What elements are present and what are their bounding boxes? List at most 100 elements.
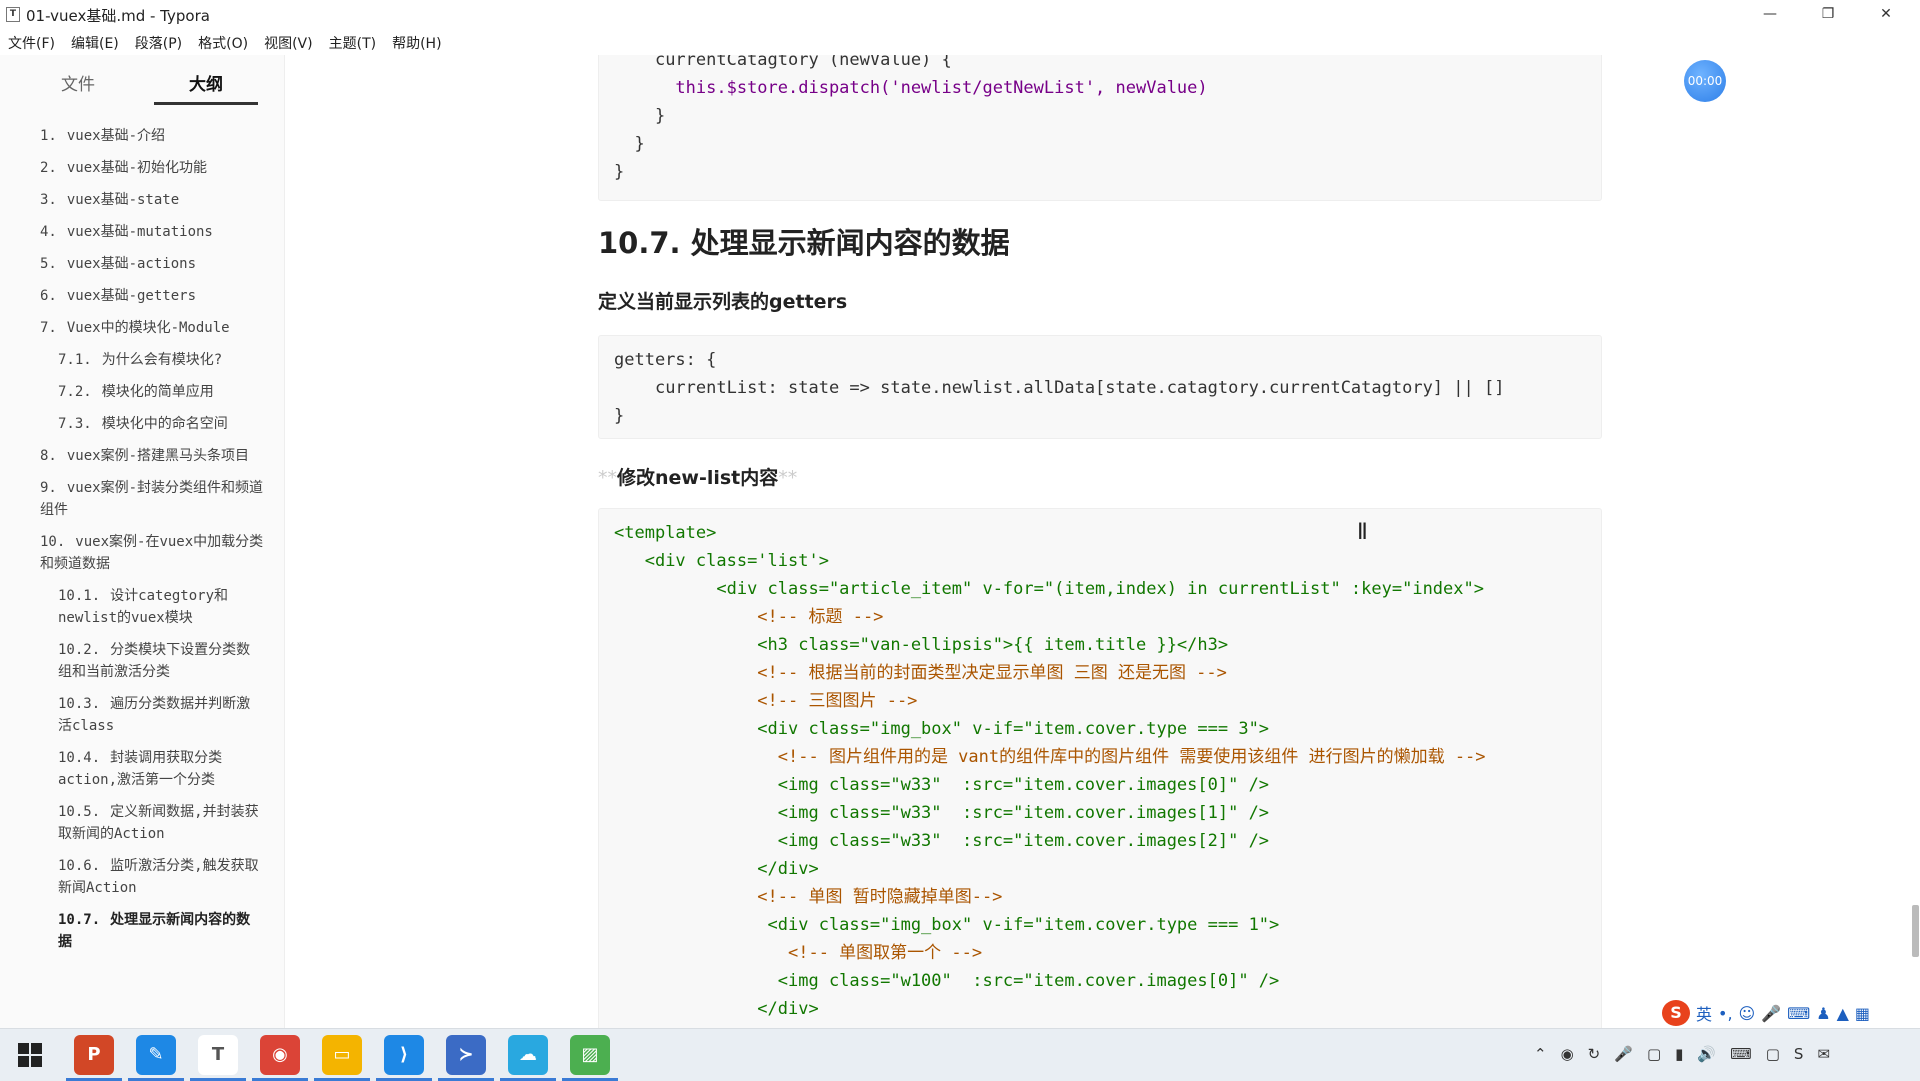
outline-item-active[interactable]: 10.7. 处理显示新闻内容的数据 [0,909,284,953]
menu-theme[interactable]: 主题(T) [321,29,384,55]
code-line: </div> [757,999,819,1019]
code-line: <div class="article_item" v-for="(item,i… [716,579,1484,599]
windows-start-icon[interactable] [18,1043,42,1067]
code-line: <h3 class="van-ellipsis">{{ item.title }… [757,635,1229,655]
code-line: </div> [757,859,819,879]
chevron-up-icon[interactable]: ⌃ [1534,1045,1547,1063]
window-title: 01-vuex基础.md - Typora [26,7,210,25]
touch-keyboard-icon[interactable]: ⌨ [1730,1045,1752,1063]
code-line: <!-- 单图 暂时隐藏掉单图--> [757,887,1003,907]
powerpoint-icon[interactable]: P [66,1035,122,1081]
battery-icon[interactable]: ▮ [1675,1045,1683,1063]
code-line: <!-- 标题 --> [757,607,884,627]
code-line: } [614,162,625,182]
code-block-getters[interactable]: getters: { currentList: state => state.n… [598,335,1602,439]
sync-icon[interactable]: ↻ [1588,1045,1601,1063]
ime-tray-icon[interactable]: ▢ [1766,1045,1780,1063]
code-line: <div class="img_box" v-if="item.cover.ty… [767,915,1280,935]
display-icon[interactable]: ▢ [1647,1045,1661,1063]
microphone-icon[interactable]: 🎤 [1761,1004,1781,1023]
outline-item[interactable]: 3. vuex基础-state [0,189,284,211]
outline-item[interactable]: 7.3. 模块化中的命名空间 [0,413,284,435]
shirt-icon[interactable]: ▲ [1837,1004,1849,1023]
outline-item[interactable]: 6. vuex基础-getters [0,285,284,307]
tab-files[interactable]: 文件 [26,70,130,102]
bluetooth-icon[interactable]: ◉ [1561,1045,1574,1063]
keyboard-icon[interactable]: ⌨ [1787,1004,1810,1023]
code-block-template[interactable]: <template> <div class='list'> <div class… [598,508,1602,1028]
code-line: <!-- 根据当前的封面类型决定显示单图 三图 还是无图 --> [757,663,1227,683]
code-line: currentList: state => state.newlist.allD… [654,378,1505,398]
outline-item[interactable]: 10.6. 监听激活分类,触发获取新闻Action [0,855,284,899]
outline-item[interactable]: 4. vuex基础-mutations [0,221,284,243]
code-line: <div class='list'> [644,551,829,571]
cloud-app-icon[interactable]: ☁ [500,1035,556,1081]
title-bar: T 01-vuex基础.md - Typora — ❐ ✕ [0,0,1920,28]
outline-item[interactable]: 7.2. 模块化的简单应用 [0,381,284,403]
sogou-ime-icon[interactable]: S [1662,1000,1690,1026]
outline-item[interactable]: 8. vuex案例-搭建黑马头条项目 [0,445,284,467]
outline-item[interactable]: 1. vuex基础-介绍 [0,125,284,147]
feather-app-icon[interactable]: ✎ [128,1035,184,1081]
image-app-icon[interactable]: ▨ [562,1035,618,1081]
text-cursor-icon: Ⅱ [1357,520,1368,545]
typora-icon[interactable]: T [190,1035,246,1081]
outline-item[interactable]: 2. vuex基础-初始化功能 [0,157,284,179]
outline-item[interactable]: 10.3. 遍历分类数据并判断激活class [0,693,284,737]
code-line: this.$store.dispatch('newlist/getNewList… [675,78,1208,98]
code-block-watch[interactable]: currentCatagtory (newValue) { this.$stor… [598,55,1602,201]
outline-item[interactable]: 7. Vuex中的模块化-Module [0,317,284,339]
code-line: <img class="w33" :src="item.cover.images… [777,831,1270,851]
code-line: <!-- 三图图片 --> [757,691,918,711]
taskbar: P ✎ T ◉ ▭ ⟩ ≻ ☁ ▨ ⌃ ◉ ↻ 🎤 ▢ ▮ 🔊 ⌨ ▢ S ✉ [0,1028,1920,1081]
code-line: } [614,406,625,426]
outline-item[interactable]: 10.1. 设计categtory和newlist的vuex模块 [0,585,284,629]
ime-toolbar: S 英 •, ☺ 🎤 ⌨ ♟ ▲ ▦ [1662,998,1870,1028]
code-line: <img class="w33" :src="item.cover.images… [777,775,1270,795]
menu-bar: 文件(F) 编辑(E) 段落(P) 格式(O) 视图(V) 主题(T) 帮助(H… [0,29,450,55]
menu-view[interactable]: 视图(V) [256,29,321,55]
menu-paragraph[interactable]: 段落(P) [127,29,190,55]
sogou-tray-icon[interactable]: S [1794,1045,1804,1063]
code-line: } [654,106,666,126]
file-explorer-icon[interactable]: ▭ [314,1035,370,1081]
outline-item[interactable]: 10.5. 定义新闻数据,并封装获取新闻的Action [0,801,284,845]
powershell-icon[interactable]: ≻ [438,1035,494,1081]
notification-icon[interactable]: ✉ [1817,1045,1830,1063]
outline-item[interactable]: 10. vuex案例-在vuex中加载分类和频道数据 [0,531,284,575]
punctuation-icon[interactable]: •, [1718,1004,1733,1023]
ime-mode-indicator[interactable]: 英 [1696,1001,1712,1025]
menu-edit[interactable]: 编辑(E) [63,29,127,55]
subheading-getters: 定义当前显示列表的getters [598,291,848,313]
outline-item[interactable]: 5. vuex基础-actions [0,253,284,275]
subheading-new-list: **修改new-list内容** [598,467,798,489]
menu-help[interactable]: 帮助(H) [384,29,449,55]
code-line: <img class="w33" :src="item.cover.images… [777,803,1270,823]
editor-scrollbar[interactable] [1912,905,1919,957]
outline-item[interactable]: 9. vuex案例-封装分类组件和频道组件 [0,477,284,521]
outline-item[interactable]: 10.4. 封装调用获取分类action,激活第一个分类 [0,747,284,791]
sidebar: 文件 大纲 1. vuex基础-介绍 2. vuex基础-初始化功能 3. vuex基… [0,55,364,1028]
emoji-icon[interactable]: ☺ [1739,1004,1756,1023]
code-line: <template> [614,523,717,543]
volume-icon[interactable]: 🔊 [1697,1045,1716,1063]
recording-timer[interactable]: 00:00 [1684,60,1726,102]
outline-item[interactable]: 10.2. 分类模块下设置分类数组和当前激活分类 [0,639,284,683]
microphone-tray-icon[interactable]: 🎤 [1614,1045,1633,1063]
outline-item[interactable]: 7.1. 为什么会有模块化? [0,349,284,371]
close-button[interactable]: ✕ [1858,0,1914,28]
editor-area[interactable]: currentCatagtory (newValue) { this.$stor… [285,55,1920,1028]
menu-file[interactable]: 文件(F) [0,29,63,55]
code-line: } [634,134,645,154]
tab-outline[interactable]: 大纲 [154,70,258,105]
minimize-button[interactable]: — [1742,0,1798,28]
code-line: <!-- 图片组件用的是 vant的组件库中的图片组件 需要使用该组件 进行图片… [777,747,1486,767]
grid-menu-icon[interactable]: ▦ [1855,1004,1870,1023]
code-line: getters: { [614,350,717,370]
user-icon[interactable]: ♟ [1816,1004,1830,1023]
menu-format[interactable]: 格式(O) [190,29,256,55]
restore-button[interactable]: ❐ [1800,0,1856,28]
code-line: <div class="img_box" v-if="item.cover.ty… [757,719,1270,739]
vscode-icon[interactable]: ⟩ [376,1035,432,1081]
chrome-icon[interactable]: ◉ [252,1035,308,1081]
